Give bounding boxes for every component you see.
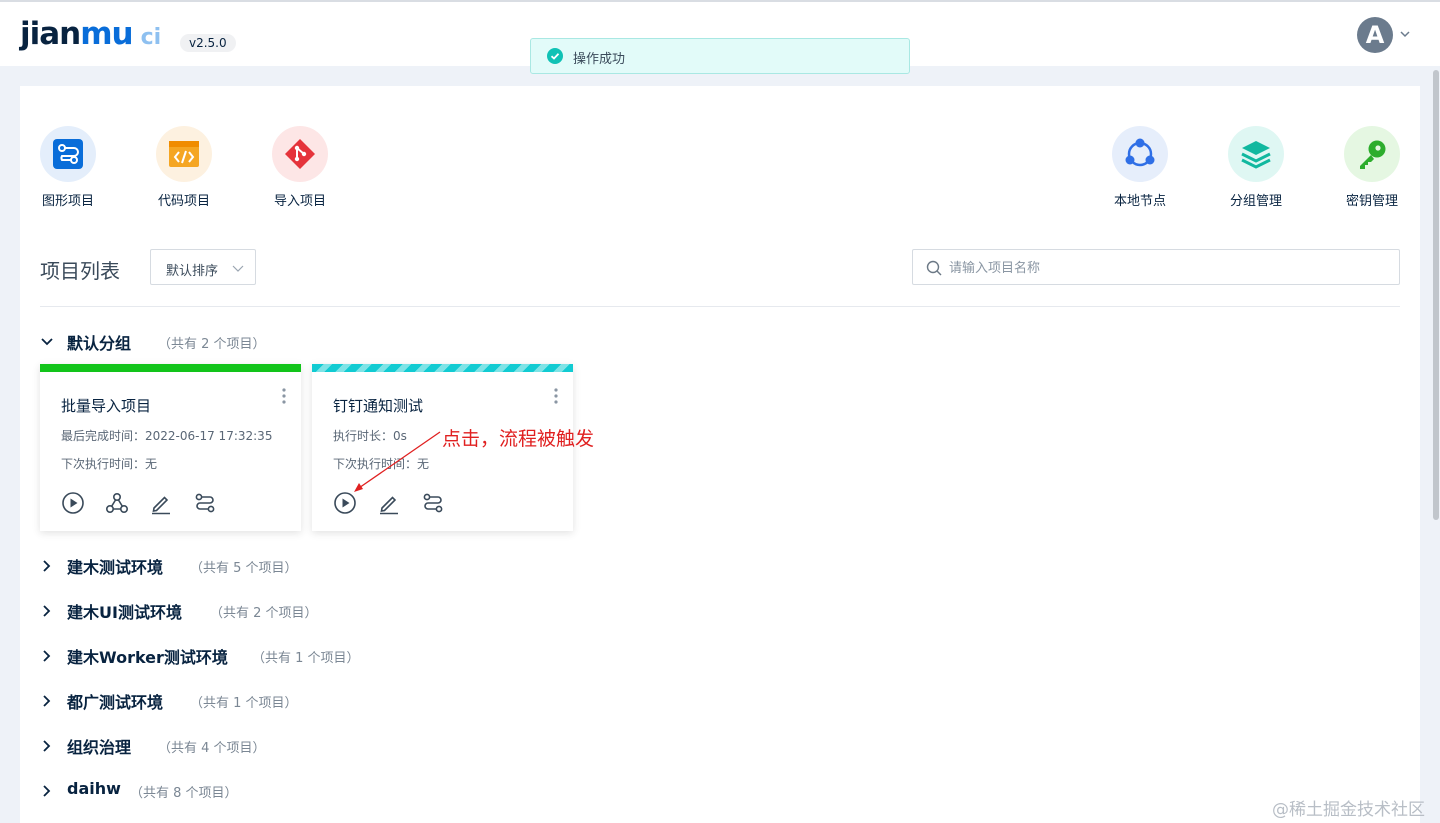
sort-dropdown[interactable]: 默认排序	[150, 249, 256, 285]
annotation-text: 点击，流程被触发	[442, 428, 595, 450]
logo-suffix-text: ci	[140, 25, 162, 50]
group-count: （共有 4 个项目）	[158, 741, 266, 756]
graph-project-icon	[53, 139, 83, 169]
chevron-right-icon	[43, 560, 51, 572]
quick-action-label: 密钥管理	[1345, 194, 1398, 209]
project-name[interactable]: 钉钉通知测试	[333, 395, 423, 416]
quick-action-label: 图形项目	[41, 194, 94, 209]
group-count: （共有 2 个项目）	[158, 337, 266, 352]
project-search[interactable]	[912, 249, 1400, 285]
divider	[40, 306, 1400, 307]
logo-text: jian	[20, 16, 81, 52]
toast-message: 操作成功	[573, 52, 626, 67]
logo-accent-text: mu	[80, 16, 133, 52]
workflow-icon[interactable]	[193, 491, 217, 515]
last-finish-time: 最后完成时间：2022-06-17 17:32:35	[61, 429, 273, 443]
group-count: （共有 5 个项目）	[190, 561, 298, 576]
user-avatar[interactable]: A	[1357, 17, 1393, 53]
annotation-arrow	[354, 431, 441, 492]
quick-action-local-node[interactable]: 本地节点	[1100, 126, 1180, 209]
quick-action-label: 代码项目	[157, 194, 210, 209]
quick-action-label: 分组管理	[1229, 194, 1282, 209]
status-bar-running	[312, 364, 573, 372]
check-circle-icon	[547, 48, 563, 64]
project-list-title: 项目列表	[40, 259, 120, 283]
group-name: 组织治理	[67, 738, 132, 757]
key-icon	[1360, 140, 1386, 169]
chevron-down-icon	[41, 338, 53, 346]
local-node-icon	[1125, 138, 1155, 167]
search-icon	[926, 260, 942, 276]
quick-action-code-project[interactable]: 代码项目	[144, 126, 224, 209]
quick-action-label: 导入项目	[273, 194, 326, 209]
vertical-scrollbar[interactable]	[1432, 70, 1440, 823]
project-card-batch-import[interactable]: 批量导入项目 最后完成时间：2022-06-17 17:32:35 下次执行时间…	[40, 364, 301, 531]
status-bar	[40, 364, 301, 372]
group-name: 建木UI测试环境	[67, 603, 182, 622]
more-vertical-icon[interactable]	[553, 387, 559, 405]
group-count: （共有 8 个项目）	[130, 786, 238, 801]
chevron-right-icon	[43, 605, 51, 617]
app-logo[interactable]: jianmu ci	[20, 16, 161, 52]
quick-action-group-manage[interactable]: 分组管理	[1216, 126, 1296, 209]
chevron-down-icon	[232, 265, 244, 272]
version-badge: v2.5.0	[180, 34, 236, 52]
play-circle-icon[interactable]	[61, 491, 85, 515]
next-run-time: 下次执行时间：无	[61, 457, 158, 471]
quick-action-import-project[interactable]: 导入项目	[260, 126, 340, 209]
code-project-icon	[169, 141, 199, 167]
group-layers-icon	[1241, 141, 1271, 169]
group-name: 都广测试环境	[67, 693, 164, 712]
quick-action-label: 本地节点	[1113, 194, 1166, 209]
chevron-right-icon	[43, 740, 51, 752]
group-name: 建木测试环境	[67, 558, 164, 577]
group-count: （共有 2 个项目）	[210, 606, 318, 621]
success-toast: 操作成功	[530, 38, 910, 74]
webhook-icon[interactable]	[105, 491, 129, 515]
quick-action-graph-project[interactable]: 图形项目	[28, 126, 108, 209]
watermark: @稀土掘金技术社区	[1272, 800, 1425, 820]
more-vertical-icon[interactable]	[281, 387, 287, 405]
chevron-right-icon	[43, 650, 51, 662]
search-input[interactable]	[949, 258, 1369, 278]
chevron-down-icon[interactable]	[1398, 27, 1412, 41]
chevron-right-icon	[43, 785, 51, 797]
edit-pencil-icon[interactable]	[149, 491, 173, 515]
group-name: 默认分组	[67, 334, 132, 353]
group-name: 建木Worker测试环境	[67, 648, 228, 667]
group-count: （共有 1 个项目）	[190, 696, 298, 711]
chevron-right-icon	[43, 695, 51, 707]
quick-action-key-manage[interactable]: 密钥管理	[1332, 126, 1412, 209]
scrollbar-thumb[interactable]	[1433, 70, 1439, 520]
project-name[interactable]: 批量导入项目	[61, 395, 151, 416]
git-import-icon	[285, 139, 315, 169]
group-count: （共有 1 个项目）	[252, 651, 360, 666]
sort-label: 默认排序	[166, 264, 219, 279]
group-name: daihw	[67, 779, 121, 798]
